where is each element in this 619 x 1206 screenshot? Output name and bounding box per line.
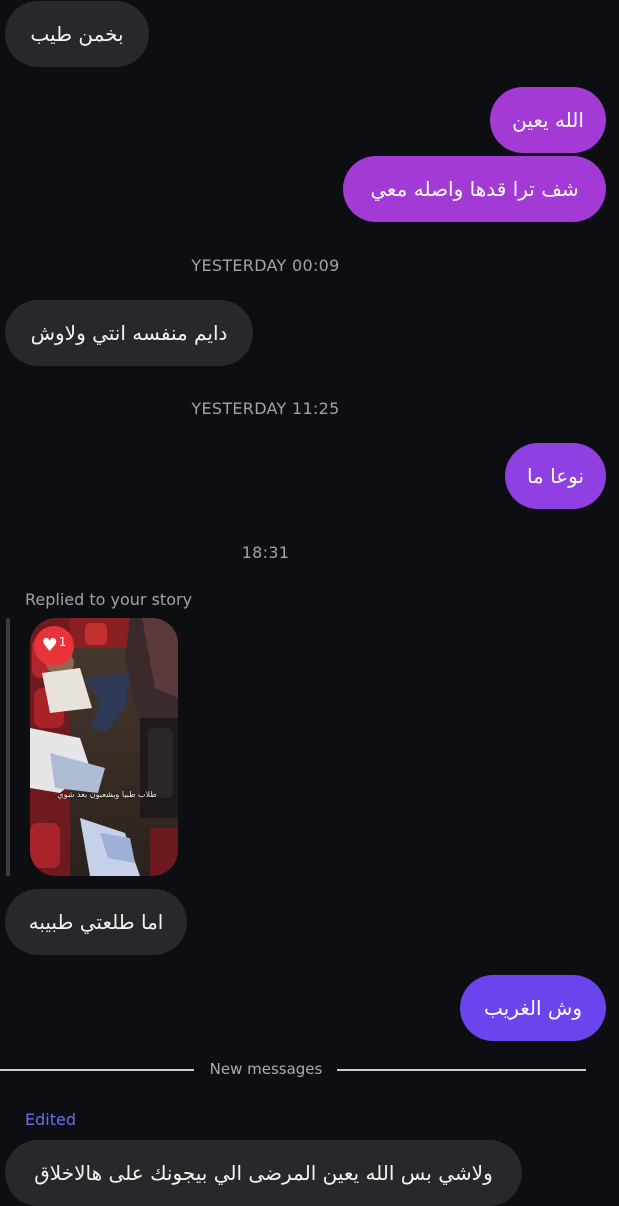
message-text: شف ترا قدها واصله معي — [370, 177, 579, 201]
heart-icon: ♥ — [41, 635, 58, 656]
message-text: اما طلعتي طبيبه — [28, 910, 164, 934]
message-text: وش الغريب — [484, 996, 582, 1020]
story-thumbnail[interactable]: ♥ 1 طلاب طبيا ويشعبون بعد شوي — [30, 618, 178, 876]
message-text: بخمن طيب — [30, 22, 124, 46]
like-badge: ♥ 1 — [34, 626, 74, 666]
reply-indicator-bar — [6, 618, 10, 876]
message-text: الله يعين — [512, 108, 584, 132]
message-received[interactable]: ولاشي بس الله يعين المرضى الي بيجونك على… — [5, 1140, 522, 1206]
message-text: نوعا ما — [526, 464, 585, 488]
message-sent[interactable]: الله يعين — [490, 87, 606, 153]
message-sent[interactable]: شف ترا قدها واصله معي — [343, 156, 606, 222]
edited-label: Edited — [25, 1110, 76, 1129]
timestamp: YESTERDAY 00:09 — [191, 256, 340, 275]
new-messages-divider: New messages — [209, 1060, 323, 1078]
divider-line-left — [0, 1069, 194, 1071]
message-received[interactable]: اما طلعتي طبيبه — [5, 889, 187, 955]
timestamp: YESTERDAY 11:25 — [191, 399, 340, 418]
timestamp: 18:31 — [241, 543, 290, 562]
message-text: دايم منفسه انتي ولاوش — [30, 321, 228, 345]
message-received[interactable]: بخمن طيب — [5, 1, 149, 67]
like-count: 1 — [58, 635, 67, 649]
message-received[interactable]: دايم منفسه انتي ولاوش — [5, 300, 253, 366]
story-caption: طلاب طبيا ويشعبون بعد شوي — [57, 790, 157, 799]
divider-line-right — [337, 1069, 586, 1071]
message-sent[interactable]: نوعا ما — [505, 443, 606, 509]
message-text: ولاشي بس الله يعين المرضى الي بيجونك على… — [34, 1161, 493, 1185]
story-reply-label: Replied to your story — [25, 590, 193, 609]
message-sent[interactable]: وش الغريب — [460, 975, 606, 1041]
